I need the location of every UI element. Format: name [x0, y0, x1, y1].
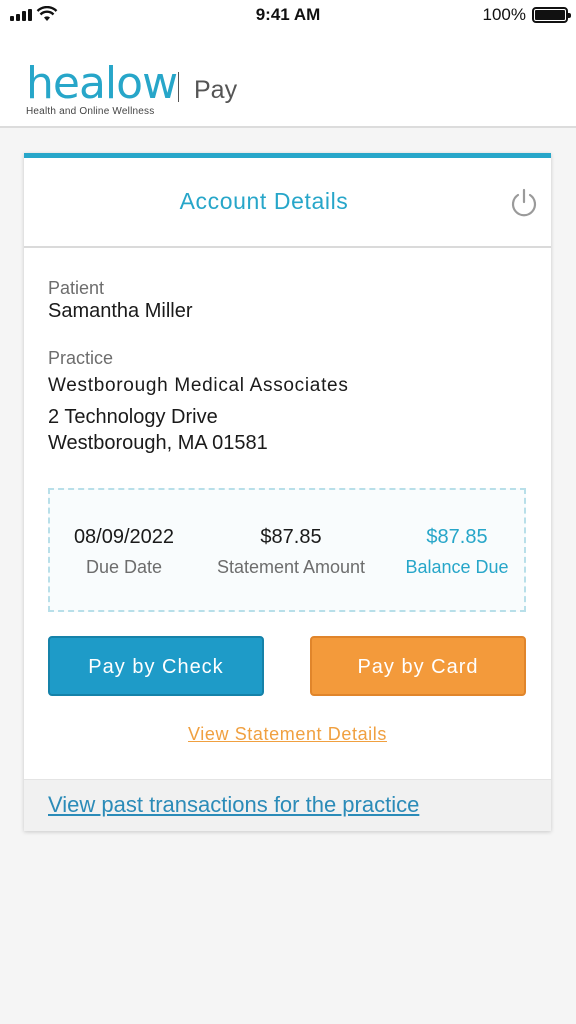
app-header: healow Health and Online Wellness Pay — [0, 30, 576, 128]
healow-logo: healow Health and Online Wellness — [26, 58, 178, 118]
pay-by-check-button[interactable]: Pay by Check — [48, 636, 264, 696]
card-header: Account Details — [24, 158, 551, 248]
battery-percent: 100% — [482, 5, 526, 24]
statement-amount-label: Statement Amount — [216, 557, 366, 577]
logo-divider — [178, 72, 179, 102]
card-title: Account Details — [179, 188, 349, 214]
battery-icon — [532, 7, 571, 23]
practice-name: Westborough Medical Associates — [48, 375, 349, 396]
address-line-1: 2 Technology Drive — [48, 406, 218, 428]
due-date-block: 08/09/2022 Due Date — [64, 526, 184, 578]
past-transactions-link[interactable]: View past transactions for the practice — [48, 792, 419, 818]
balance-due-block: $87.85 Balance Due — [402, 526, 512, 578]
card-footer: View past transactions for the practice — [24, 779, 551, 831]
statement-amount-block: $87.85 Statement Amount — [208, 526, 374, 578]
patient-name: Samantha Miller — [48, 300, 193, 322]
pay-by-card-button[interactable]: Pay by Card — [310, 636, 526, 696]
power-icon[interactable] — [509, 188, 539, 218]
balance-summary: 08/09/2022 Due Date $87.85 Statement Amo… — [48, 488, 526, 612]
screen: 9:41 AM 100% healow Health and Online We… — [0, 0, 576, 1024]
logo-word: healow — [26, 58, 178, 109]
address-line-2: Westborough, MA 01581 — [48, 432, 268, 454]
due-date-label: Due Date — [85, 557, 163, 577]
due-date-value: 08/09/2022 — [73, 526, 175, 548]
patient-label: Patient — [48, 278, 105, 298]
statement-amount-value: $87.85 — [260, 526, 322, 548]
practice-label: Practice — [48, 348, 114, 368]
balance-due-value: $87.85 — [426, 526, 488, 548]
view-statement-details-link[interactable]: View Statement Details — [24, 724, 551, 745]
status-bar: 9:41 AM 100% — [0, 0, 576, 30]
account-details-card: Account Details Patient Samantha Miller … — [24, 153, 551, 831]
logo-tagline: Health and Online Wellness — [26, 106, 155, 117]
balance-due-label: Balance Due — [405, 557, 509, 577]
product-name: Pay — [194, 76, 238, 104]
